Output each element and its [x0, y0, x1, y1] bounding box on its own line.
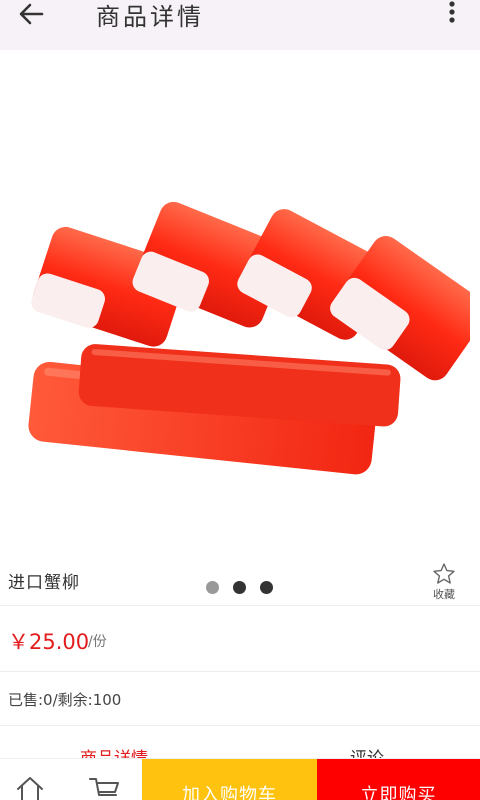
- price-unit: /份: [88, 634, 107, 650]
- price-row: ￥25.00 /份: [0, 606, 480, 672]
- product-image: [28, 201, 470, 475]
- sales-stock: 已售:0/剩余:100: [8, 691, 122, 709]
- star-icon: [433, 563, 455, 584]
- bottom-action-bar: 加入购物车 立即购买: [0, 758, 480, 800]
- stock-row: 已售:0/剩余:100: [0, 672, 480, 726]
- arrow-left-icon: [19, 3, 44, 25]
- top-bar: 商品详情: [0, 0, 480, 50]
- back-button[interactable]: [16, 0, 48, 30]
- favorite-button[interactable]: 收藏: [426, 560, 462, 604]
- product-name: 进口蟹柳: [8, 573, 80, 593]
- more-vertical-icon: [449, 1, 455, 23]
- page-title: 商品详情: [96, 3, 204, 31]
- home-icon: [17, 777, 43, 800]
- image-gallery[interactable]: [0, 50, 480, 594]
- buy-now-button[interactable]: 立即购买: [317, 759, 480, 800]
- favorite-label: 收藏: [433, 588, 455, 601]
- more-button[interactable]: [440, 0, 464, 30]
- home-button[interactable]: [12, 773, 48, 800]
- cart-button[interactable]: [86, 773, 122, 800]
- price: ￥25.00: [8, 630, 90, 654]
- cart-icon: [89, 778, 119, 796]
- product-name-row: 进口蟹柳 收藏: [0, 558, 480, 606]
- add-to-cart-button[interactable]: 加入购物车: [142, 759, 317, 800]
